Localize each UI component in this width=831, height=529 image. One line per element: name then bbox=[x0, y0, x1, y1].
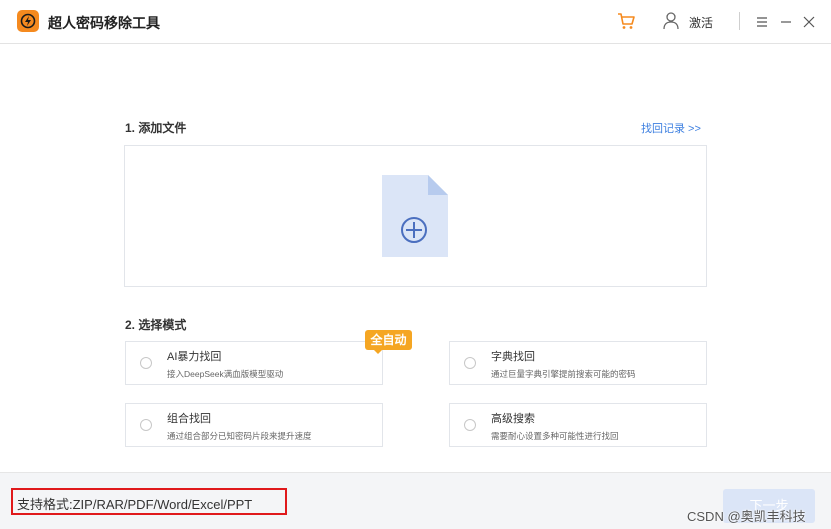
menu-icon[interactable] bbox=[756, 15, 768, 27]
history-link[interactable]: 找回记录 >> bbox=[641, 120, 701, 136]
mode-title: 高级搜索 bbox=[491, 413, 535, 425]
app-title: 超人密码移除工具 bbox=[48, 15, 160, 31]
activate-button[interactable]: 激活 bbox=[689, 14, 713, 31]
footer-bar: 支持格式:ZIP/RAR/PDF/Word/Excel/PPT 下一步 CSDN… bbox=[0, 472, 831, 529]
auto-badge: 全自动 bbox=[365, 330, 412, 350]
mode-radio[interactable] bbox=[464, 419, 476, 431]
mode-description: 接入DeepSeek满血版模型驱动 bbox=[167, 369, 284, 379]
mode-radio[interactable] bbox=[140, 419, 152, 431]
supported-formats-text: 支持格式:ZIP/RAR/PDF/Word/Excel/PPT bbox=[17, 497, 253, 512]
mode-dictionary[interactable]: 字典找回 通过巨量字典引擎提前搜索可能的密码 bbox=[449, 341, 707, 385]
mode-radio[interactable] bbox=[140, 357, 152, 369]
user-icon[interactable] bbox=[662, 11, 680, 31]
minimize-icon[interactable] bbox=[780, 15, 792, 27]
add-file-section-title: 1. 添加文件 bbox=[125, 121, 187, 135]
close-icon[interactable] bbox=[803, 15, 815, 28]
mode-description: 需要耐心设置多种可能性进行找回 bbox=[491, 431, 619, 441]
supported-formats-highlight: 支持格式:ZIP/RAR/PDF/Word/Excel/PPT bbox=[11, 488, 287, 515]
watermark: CSDN @奥凯丰科技 bbox=[687, 509, 806, 524]
mode-title: AI暴力找回 bbox=[167, 351, 222, 363]
mode-title: 字典找回 bbox=[491, 351, 535, 363]
mode-description: 通过巨量字典引擎提前搜索可能的密码 bbox=[491, 369, 636, 379]
title-bar: 超人密码移除工具 激活 bbox=[0, 0, 831, 44]
mode-title: 组合找回 bbox=[167, 413, 211, 425]
select-mode-section-title: 2. 选择模式 bbox=[125, 318, 187, 332]
file-drop-zone[interactable] bbox=[124, 145, 707, 287]
auto-badge-tail bbox=[373, 349, 383, 354]
mode-combination[interactable]: 组合找回 通过组合部分已知密码片段来提升速度 bbox=[125, 403, 383, 447]
app-logo-icon bbox=[17, 10, 39, 32]
mode-ai-bruteforce[interactable]: AI暴力找回 接入DeepSeek满血版模型驱动 bbox=[125, 341, 383, 385]
cart-icon[interactable] bbox=[616, 11, 636, 31]
mode-radio[interactable] bbox=[464, 357, 476, 369]
mode-advanced-search[interactable]: 高级搜索 需要耐心设置多种可能性进行找回 bbox=[449, 403, 707, 447]
add-file-icon[interactable] bbox=[380, 173, 450, 259]
mode-description: 通过组合部分已知密码片段来提升速度 bbox=[167, 431, 312, 441]
titlebar-divider bbox=[739, 12, 740, 30]
